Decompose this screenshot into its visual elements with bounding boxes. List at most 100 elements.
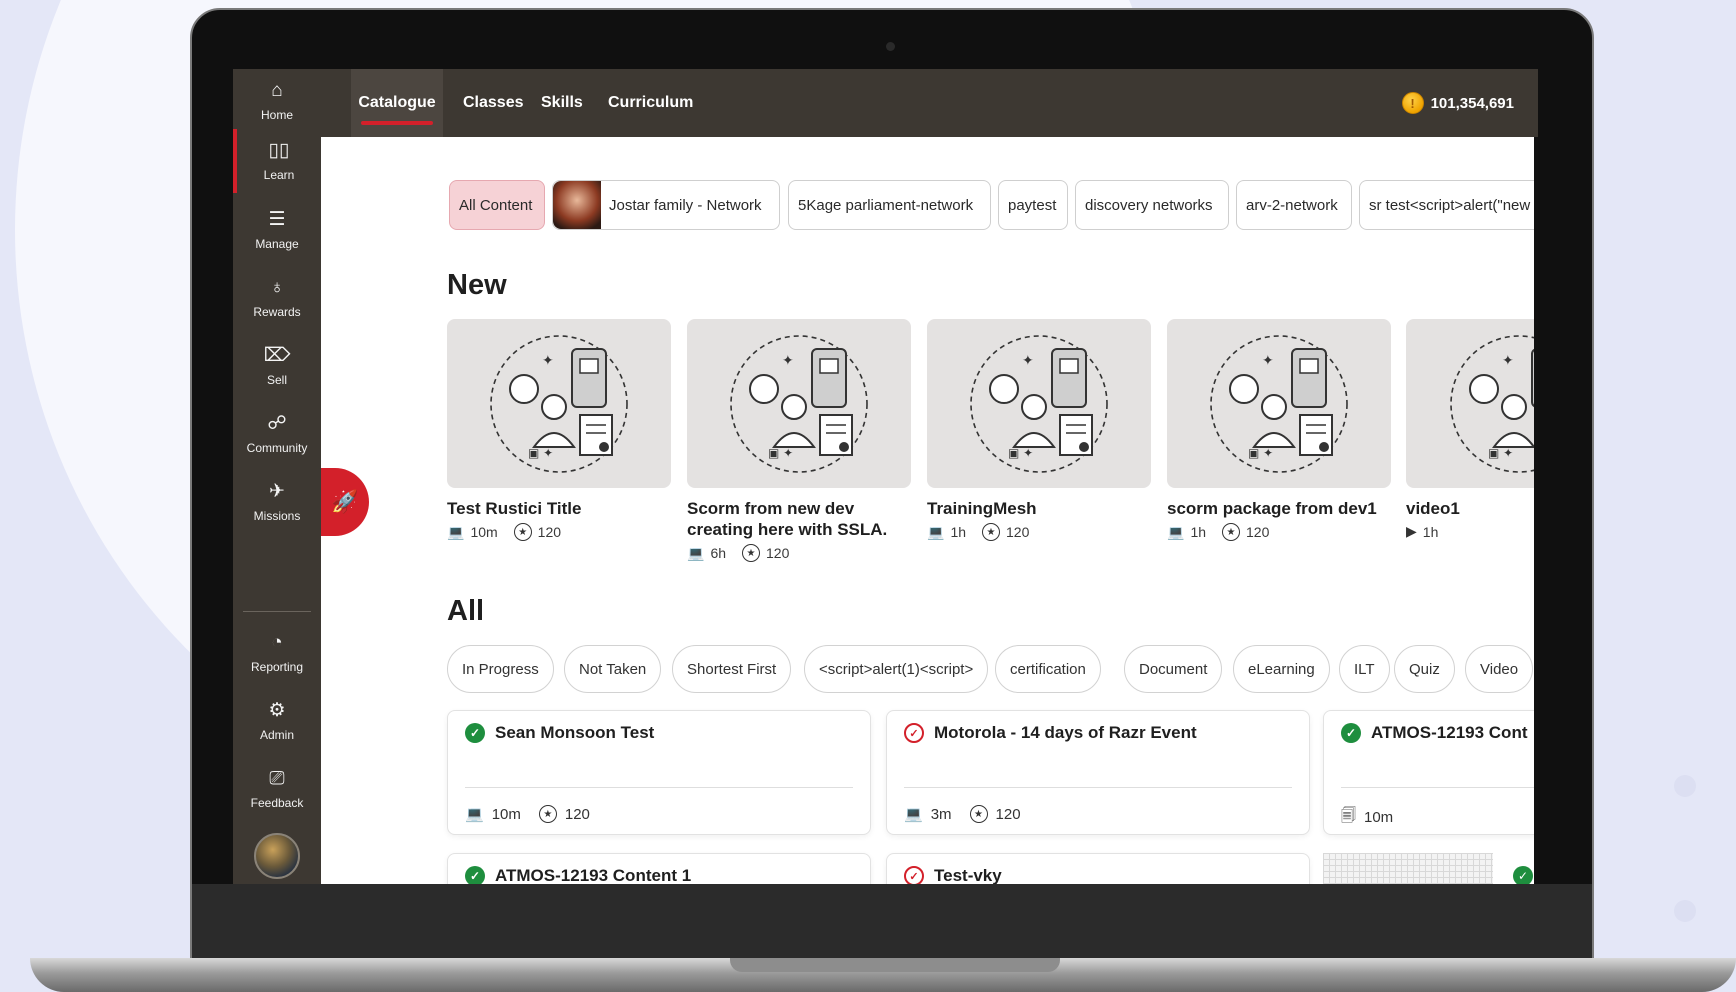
award-icon: ♁ bbox=[269, 277, 285, 298]
tab-curriculum[interactable]: Curriculum bbox=[608, 69, 693, 137]
course-card[interactable]: ✦ ▣ ✦ Scorm from new dev creating here w… bbox=[687, 319, 911, 562]
filter-pill[interactable]: certification bbox=[995, 645, 1101, 693]
sidebar-item-sell[interactable]: ⌦ Sell bbox=[233, 334, 321, 398]
course-card[interactable]: ✦ ▣ ✦ scorm package from dev1 💻 1h ★ 120 bbox=[1167, 319, 1391, 541]
laptop-icon: 💻 bbox=[447, 523, 465, 540]
course-card[interactable]: ✦ ▣ ✦ video1 ▶ 1h bbox=[1406, 319, 1538, 540]
content-title: Motorola - 14 days of Razr Event bbox=[934, 723, 1197, 742]
points-icon: ★ bbox=[1222, 523, 1241, 541]
laptop-hinge bbox=[730, 958, 1060, 972]
content-thumbnail bbox=[1323, 853, 1493, 884]
background-dot bbox=[1674, 775, 1696, 797]
filter-pill[interactable]: Shortest First bbox=[672, 645, 792, 693]
course-meta: ▶ 1h bbox=[1406, 523, 1538, 540]
course-duration: 1h bbox=[1422, 523, 1439, 540]
content-points: 120 bbox=[564, 805, 590, 823]
filter-pill[interactable]: eLearning bbox=[1233, 645, 1330, 693]
top-navigation: Catalogue Classes Skills Curriculum ! 10… bbox=[321, 69, 1538, 137]
learning-illustration-icon: ✦ ▣ ✦ bbox=[1450, 334, 1538, 473]
feedback-icon: ⎚ bbox=[269, 768, 285, 789]
course-duration: 6h bbox=[710, 545, 727, 561]
learning-illustration-icon: ✦ ▣ ✦ bbox=[1210, 334, 1348, 473]
content-list-card[interactable]: ✓ Test-vky bbox=[886, 853, 1310, 884]
content-list-card[interactable]: ✓ Sean Monsoon Test 💻 10m ★ 120 bbox=[447, 710, 871, 835]
sidebar-item-feedback[interactable]: ⎚ Feedback bbox=[233, 757, 321, 821]
filter-pill[interactable]: Video bbox=[1465, 645, 1534, 693]
content-points: 120 bbox=[995, 805, 1021, 823]
missions-launcher-button[interactable]: 🚀 bbox=[321, 468, 369, 536]
completed-check-icon: ✓ bbox=[465, 723, 485, 743]
filter-pill[interactable]: <script>alert(1)<script> bbox=[804, 645, 989, 693]
pie-chart-icon: ◔ bbox=[271, 632, 283, 653]
course-duration: 1h bbox=[950, 524, 967, 540]
sidebar-item-label: Rewards bbox=[253, 305, 301, 319]
course-title: Test Rustici Title bbox=[447, 499, 582, 518]
laptop-icon: 💻 bbox=[927, 523, 945, 540]
network-chip[interactable]: sr test<script>alert("new bbox=[1359, 180, 1538, 230]
course-card[interactable]: ✦ ▣ ✦ TrainingMesh 💻 1h ★ 120 bbox=[927, 319, 1151, 541]
laptop-chin bbox=[192, 884, 1592, 960]
tab-catalogue[interactable]: Catalogue bbox=[351, 69, 443, 137]
network-chip[interactable]: 5Kage parliament-network bbox=[788, 180, 991, 230]
content-meta: 💻 3m ★ 120 bbox=[904, 805, 1021, 823]
filter-pill[interactable]: In Progress bbox=[447, 645, 554, 693]
course-points: 120 bbox=[1006, 524, 1030, 540]
course-card[interactable]: ✦ ▣ ✦ Test Rustici Title 💻 10m ★ 120 bbox=[447, 319, 671, 541]
network-chip-all-content[interactable]: All Content bbox=[449, 180, 545, 230]
filter-pill[interactable]: Document bbox=[1124, 645, 1223, 693]
home-icon: ⌂ bbox=[271, 80, 283, 101]
coin-balance-value: 101,354,691 bbox=[1430, 94, 1514, 112]
sidebar-item-label: Feedback bbox=[250, 796, 304, 810]
completed-check-icon: ✓ bbox=[1341, 723, 1361, 743]
network-chip[interactable]: discovery networks bbox=[1075, 180, 1229, 230]
sidebar-item-learn[interactable]: ▯▯ Learn bbox=[233, 129, 321, 193]
course-meta: 💻 6h ★ 120 bbox=[687, 544, 911, 562]
background-dot bbox=[1674, 900, 1696, 922]
sidebar-item-community[interactable]: ☍ Community bbox=[233, 402, 321, 466]
filter-pill[interactable]: Not Taken bbox=[564, 645, 662, 693]
content-title-row: ✓ Motorola - 14 days of Razr Event bbox=[904, 723, 1197, 743]
sidebar-item-manage[interactable]: ☰ Manage bbox=[233, 198, 321, 262]
network-chip[interactable]: paytest bbox=[998, 180, 1068, 230]
network-chip[interactable]: Jostar family - Network bbox=[552, 180, 780, 230]
tab-classes[interactable]: Classes bbox=[463, 69, 524, 137]
coin-icon: ! bbox=[1401, 92, 1424, 114]
filter-pill[interactable]: Quiz bbox=[1394, 645, 1455, 693]
svg-text:✦: ✦ bbox=[542, 353, 554, 369]
avatar[interactable] bbox=[254, 833, 300, 879]
tab-skills[interactable]: Skills bbox=[541, 69, 583, 137]
document-icon: 🗐 bbox=[1341, 807, 1356, 824]
coin-balance[interactable]: ! 101,354,691 bbox=[1401, 69, 1514, 137]
content-title: ATMOS-12193 Content 1 bbox=[495, 866, 692, 884]
content-list-card[interactable]: ✓ Motorola - 14 days of Razr Event 💻 3m … bbox=[886, 710, 1310, 835]
gear-icon: ⚙ bbox=[268, 700, 286, 721]
section-title-new: New bbox=[447, 269, 507, 301]
course-title: Scorm from new dev creating here with SS… bbox=[687, 499, 888, 539]
points-icon: ★ bbox=[513, 523, 532, 541]
sidebar-item-rewards[interactable]: ♁ Rewards bbox=[233, 266, 321, 330]
content-list-card[interactable]: ✓ ATMOS-12193 Cont 🗐 10m bbox=[1323, 710, 1538, 835]
points-icon: ★ bbox=[969, 805, 988, 823]
content-title: ATMOS-12193 Cont bbox=[1371, 723, 1528, 742]
course-title: TrainingMesh bbox=[927, 499, 1037, 518]
svg-text:▣ ✦: ▣ ✦ bbox=[1248, 446, 1273, 460]
course-points: 120 bbox=[537, 524, 562, 540]
course-title: scorm package from dev1 bbox=[1167, 499, 1377, 518]
sidebar-item-reporting[interactable]: ◔ Reporting bbox=[233, 621, 321, 685]
content-meta: 💻 10m ★ 120 bbox=[465, 805, 590, 823]
filter-pill[interactable]: ILT bbox=[1339, 645, 1390, 693]
content-list-card[interactable]: ✓ ATMOS-12193 Content 1 bbox=[447, 853, 871, 884]
checklist-icon: ☰ bbox=[268, 209, 286, 230]
course-thumbnail: ✦ ▣ ✦ bbox=[687, 319, 911, 488]
svg-text:▣ ✦: ▣ ✦ bbox=[768, 446, 793, 460]
completed-check-icon: ✓ bbox=[465, 866, 485, 884]
sidebar-item-missions[interactable]: ✈ Missions bbox=[233, 470, 321, 534]
content-duration: 10m bbox=[1364, 809, 1394, 826]
sidebar-item-label: Reporting bbox=[250, 660, 304, 674]
sidebar-item-admin[interactable]: ⚙ Admin bbox=[233, 689, 321, 753]
sidebar-item-label: Missions bbox=[253, 509, 301, 523]
course-duration: 1h bbox=[1190, 524, 1207, 540]
network-chip[interactable]: arv-2-network bbox=[1236, 180, 1352, 230]
sidebar-item-home[interactable]: ⌂ Home bbox=[233, 69, 321, 133]
content-title-row: ✓ Test-vky bbox=[904, 866, 1002, 884]
